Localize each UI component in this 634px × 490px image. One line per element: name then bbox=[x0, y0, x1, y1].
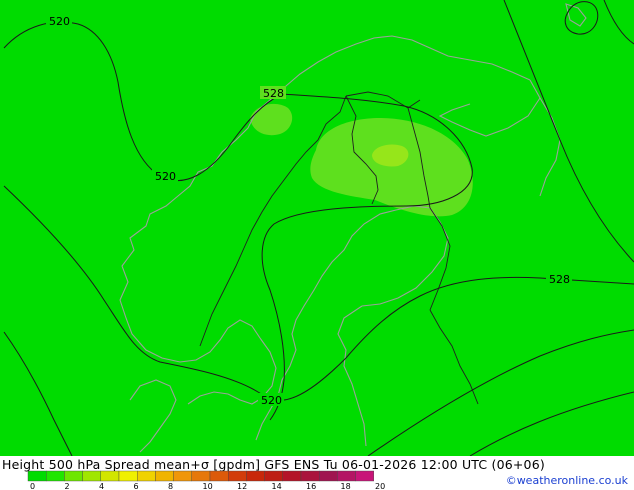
legend-ticks: 0 2 4 6 8 10 12 14 16 18 20 bbox=[30, 482, 385, 490]
legend-tick-label: 4 bbox=[99, 482, 104, 490]
legend-swatch bbox=[64, 470, 83, 482]
legend-swatch bbox=[118, 470, 138, 482]
legend-tick-label: 12 bbox=[237, 482, 247, 490]
legend-swatch bbox=[46, 470, 65, 482]
contour-label-520-bottom: 520 bbox=[261, 394, 282, 407]
legend-swatch bbox=[191, 470, 211, 482]
map-panel: 520 520 520 528 528 bbox=[0, 0, 634, 456]
legend-tick-label: 10 bbox=[203, 482, 213, 490]
contour-label-520-top: 520 bbox=[49, 15, 70, 28]
legend-swatch bbox=[246, 470, 265, 482]
contour-label-520-mid: 520 bbox=[155, 170, 176, 183]
legend-tick-label: 2 bbox=[65, 482, 70, 490]
legend-swatch bbox=[27, 470, 47, 482]
legend-swatches bbox=[27, 470, 375, 482]
legend-swatch bbox=[227, 470, 247, 482]
legend-swatch bbox=[355, 470, 375, 482]
contour-label-528-north: 528 bbox=[263, 87, 284, 100]
spread-field-background bbox=[0, 0, 634, 456]
legend-swatch bbox=[282, 470, 302, 482]
legend-swatch bbox=[209, 470, 229, 482]
legend-swatch bbox=[264, 470, 284, 482]
legend-tick-label: 16 bbox=[306, 482, 316, 490]
legend-tick-label: 20 bbox=[375, 482, 385, 490]
legend-tick-label: 0 bbox=[30, 482, 35, 490]
legend-tick-label: 18 bbox=[341, 482, 351, 490]
color-legend: 0 2 4 6 8 10 12 14 16 18 20 bbox=[27, 470, 385, 490]
contour-label-528-east: 528 bbox=[549, 273, 570, 286]
legend-swatch bbox=[173, 470, 193, 482]
legend-swatch bbox=[100, 470, 120, 482]
legend-swatch bbox=[155, 470, 174, 482]
credit-link[interactable]: ©weatheronline.co.uk bbox=[506, 474, 628, 487]
legend-swatch bbox=[300, 470, 320, 482]
legend-swatch bbox=[337, 470, 356, 482]
legend-swatch bbox=[82, 470, 101, 482]
legend-swatch bbox=[136, 470, 156, 482]
legend-tick-label: 6 bbox=[134, 482, 139, 490]
legend-tick-label: 14 bbox=[272, 482, 282, 490]
legend-tick-label: 8 bbox=[168, 482, 173, 490]
legend-swatch bbox=[319, 470, 338, 482]
